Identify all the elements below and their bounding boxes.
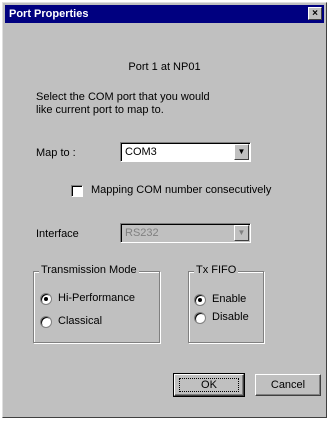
tx-fifo-group xyxy=(188,271,264,343)
hi-performance-radio[interactable] xyxy=(40,293,52,305)
ok-button[interactable]: OK xyxy=(173,373,245,397)
port-properties-dialog: Port Properties × Port 1 at NP01 Select … xyxy=(2,2,327,418)
close-button[interactable]: × xyxy=(308,7,322,20)
mapping-consecutive-checkbox[interactable] xyxy=(71,185,83,197)
instructions-text: Select the COM port that you would like … xyxy=(36,91,210,116)
disable-radio[interactable] xyxy=(194,312,206,324)
interface-label: Interface xyxy=(36,228,79,240)
focus-ring xyxy=(179,378,239,392)
interface-value: RS232 xyxy=(125,227,159,239)
title-bar[interactable]: Port Properties × xyxy=(5,5,324,23)
radio-selected-indicator xyxy=(198,298,202,302)
enable-label: Enable xyxy=(212,293,247,305)
cancel-button[interactable]: Cancel xyxy=(255,374,321,396)
enable-radio[interactable] xyxy=(194,294,206,306)
chevron-down-icon[interactable]: ▼ xyxy=(234,225,249,241)
tx-fifo-title: Tx FIFO xyxy=(194,264,239,276)
classical-label: Classical xyxy=(58,315,103,327)
map-to-dropdown[interactable]: COM3 ▼ xyxy=(120,142,251,162)
port-label: Port 1 at NP01 xyxy=(128,61,201,73)
mapping-consecutive-label: Mapping COM number consecutively xyxy=(91,184,272,196)
map-to-label: Map to : xyxy=(36,147,76,159)
transmission-mode-title: Transmission Mode xyxy=(39,264,139,276)
transmission-mode-group xyxy=(33,271,160,343)
chevron-down-icon[interactable]: ▼ xyxy=(234,144,249,160)
classical-radio[interactable] xyxy=(40,316,52,328)
cancel-button-label: Cancel xyxy=(270,379,306,391)
map-to-value: COM3 xyxy=(125,146,157,158)
radio-selected-indicator xyxy=(44,297,48,301)
window-title: Port Properties xyxy=(9,8,89,20)
disable-label: Disable xyxy=(212,311,249,323)
close-icon: × xyxy=(312,8,318,19)
interface-dropdown[interactable]: RS232 ▼ xyxy=(120,223,251,243)
hi-performance-label: Hi-Performance xyxy=(58,292,136,304)
